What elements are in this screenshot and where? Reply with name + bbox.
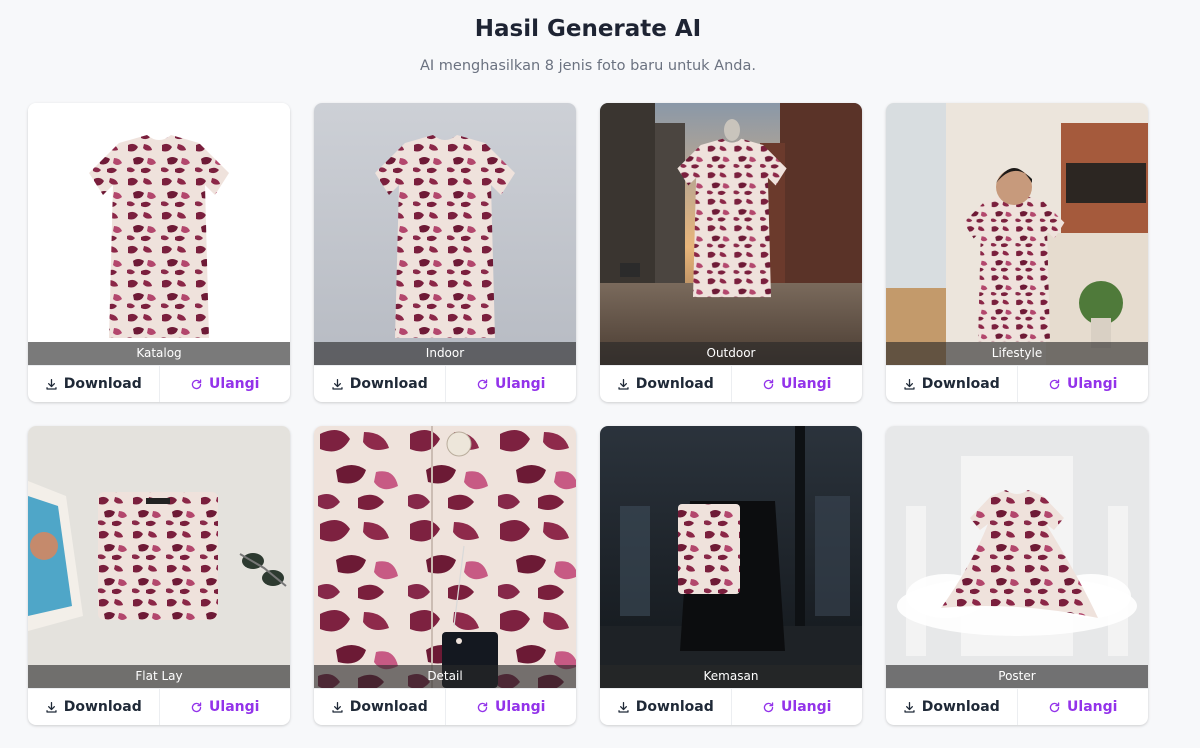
download-icon — [904, 701, 915, 713]
page-title: Hasil Generate AI — [474, 16, 702, 42]
result-image-detail[interactable]: Detail — [314, 426, 576, 688]
refresh-icon — [763, 378, 774, 389]
retry-button[interactable]: Ulangi — [732, 689, 863, 725]
refresh-icon — [763, 701, 774, 712]
download-button[interactable]: Download — [886, 366, 1018, 402]
retry-button[interactable]: Ulangi — [160, 689, 291, 725]
download-button[interactable]: Download — [600, 689, 732, 725]
refresh-icon — [1049, 378, 1060, 389]
download-icon — [904, 378, 915, 390]
card-label: Kemasan — [600, 665, 862, 688]
download-button[interactable]: Download — [886, 689, 1018, 725]
download-label: Download — [349, 699, 428, 715]
retry-button[interactable]: Ulangi — [1018, 689, 1149, 725]
card-label: Detail — [314, 665, 576, 688]
result-card-poster: Poster Download Ulangi — [886, 426, 1148, 725]
result-card-katalog: Katalog Download Ulangi — [28, 103, 290, 402]
download-icon — [618, 378, 629, 390]
download-icon — [332, 701, 343, 713]
retry-button[interactable]: Ulangi — [160, 366, 291, 402]
download-label: Download — [921, 376, 1000, 392]
retry-label: Ulangi — [209, 699, 260, 715]
result-image-kemasan[interactable]: Kemasan — [600, 426, 862, 688]
download-button[interactable]: Download — [28, 689, 160, 725]
refresh-icon — [191, 701, 202, 712]
result-card-outdoor: Outdoor Download Ulangi — [600, 103, 862, 402]
results-grid: Katalog Download Ulangi Indoor Download … — [28, 103, 1148, 725]
result-image-flat-lay[interactable]: Flat Lay — [28, 426, 290, 688]
card-label: Outdoor — [600, 342, 862, 365]
refresh-icon — [477, 378, 488, 389]
result-image-katalog[interactable]: Katalog — [28, 103, 290, 365]
result-image-poster[interactable]: Poster — [886, 426, 1148, 688]
download-label: Download — [635, 376, 714, 392]
download-label: Download — [921, 699, 1000, 715]
result-image-indoor[interactable]: Indoor — [314, 103, 576, 365]
download-icon — [618, 701, 629, 713]
download-button[interactable]: Download — [28, 366, 160, 402]
retry-label: Ulangi — [1067, 376, 1118, 392]
result-card-lifestyle: Lifestyle Download Ulangi — [886, 103, 1148, 402]
download-icon — [332, 378, 343, 390]
result-image-lifestyle[interactable]: Lifestyle — [886, 103, 1148, 365]
retry-button[interactable]: Ulangi — [732, 366, 863, 402]
download-label: Download — [635, 699, 714, 715]
retry-button[interactable]: Ulangi — [446, 366, 577, 402]
download-label: Download — [63, 376, 142, 392]
result-image-outdoor[interactable]: Outdoor — [600, 103, 862, 365]
retry-label: Ulangi — [781, 376, 832, 392]
download-label: Download — [63, 699, 142, 715]
retry-label: Ulangi — [495, 376, 546, 392]
card-label: Indoor — [314, 342, 576, 365]
result-card-detail: Detail Download Ulangi — [314, 426, 576, 725]
download-button[interactable]: Download — [600, 366, 732, 402]
card-label: Poster — [886, 665, 1148, 688]
download-button[interactable]: Download — [314, 366, 446, 402]
result-card-indoor: Indoor Download Ulangi — [314, 103, 576, 402]
retry-label: Ulangi — [1067, 699, 1118, 715]
retry-button[interactable]: Ulangi — [1018, 366, 1149, 402]
result-card-flat-lay: Flat Lay Download Ulangi — [28, 426, 290, 725]
page-subtitle: AI menghasilkan 8 jenis foto baru untuk … — [420, 58, 756, 74]
retry-label: Ulangi — [209, 376, 260, 392]
download-button[interactable]: Download — [314, 689, 446, 725]
card-label: Lifestyle — [886, 342, 1148, 365]
refresh-icon — [477, 701, 488, 712]
card-label: Flat Lay — [28, 665, 290, 688]
card-label: Katalog — [28, 342, 290, 365]
retry-label: Ulangi — [781, 699, 832, 715]
retry-label: Ulangi — [495, 699, 546, 715]
retry-button[interactable]: Ulangi — [446, 689, 577, 725]
download-icon — [46, 701, 57, 713]
download-icon — [46, 378, 57, 390]
refresh-icon — [1049, 701, 1060, 712]
download-label: Download — [349, 376, 428, 392]
result-card-kemasan: Kemasan Download Ulangi — [600, 426, 862, 725]
refresh-icon — [191, 378, 202, 389]
